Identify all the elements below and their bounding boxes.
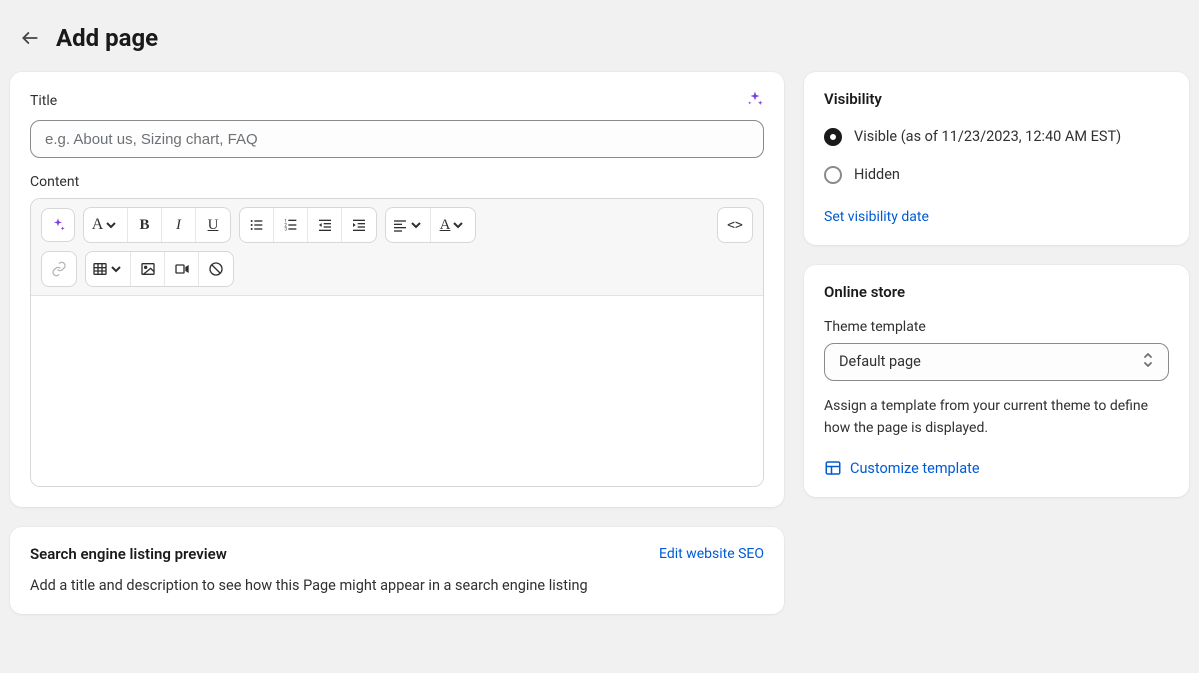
online-store-title: Online store <box>824 283 1169 301</box>
format-letter-icon: A <box>92 216 104 234</box>
align-left-icon <box>392 217 408 233</box>
bullet-list-icon <box>249 217 265 233</box>
visibility-card: Visibility Visible (as of 11/23/2023, 12… <box>804 72 1189 245</box>
bullet-list-button[interactable] <box>240 208 274 242</box>
italic-button[interactable]: I <box>162 208 196 242</box>
title-input[interactable] <box>30 120 764 158</box>
svg-text:3: 3 <box>284 226 287 232</box>
image-icon <box>140 261 156 277</box>
video-icon <box>174 261 190 277</box>
bold-icon: B <box>139 217 149 234</box>
seo-title: Search engine listing preview <box>30 545 227 563</box>
video-button[interactable] <box>165 252 199 286</box>
table-icon <box>92 261 108 277</box>
indent-button[interactable] <box>342 208 376 242</box>
back-button[interactable] <box>16 24 44 52</box>
underline-button[interactable]: U <box>196 208 230 242</box>
content-label-text: Content <box>30 174 79 190</box>
text-color-icon: A <box>440 217 451 234</box>
clear-icon <box>208 261 224 277</box>
align-dropdown[interactable] <box>386 208 431 242</box>
table-dropdown[interactable] <box>86 252 131 286</box>
code-icon: <> <box>727 218 743 233</box>
link-button <box>42 252 76 286</box>
visibility-option-visible[interactable]: Visible (as of 11/23/2023, 12:40 AM EST) <box>824 126 1169 148</box>
sparkle-icon <box>746 90 764 108</box>
radio-unselected-icon <box>824 166 842 184</box>
theme-template-select[interactable]: Default page <box>824 343 1169 381</box>
editor-toolbar: A B I U 123 <box>31 199 763 296</box>
editor-textarea[interactable] <box>31 296 763 486</box>
visibility-option-hidden[interactable]: Hidden <box>824 164 1169 186</box>
visibility-hidden-label: Hidden <box>854 164 900 186</box>
page-header: Add page <box>0 0 1199 72</box>
italic-icon: I <box>176 217 181 234</box>
text-color-dropdown[interactable]: A <box>431 208 475 242</box>
theme-template-label: Theme template <box>824 319 1169 335</box>
chevron-down-icon <box>108 261 124 277</box>
seo-card: Search engine listing preview Edit websi… <box>10 527 784 614</box>
rich-text-editor: A B I U 123 <box>30 198 764 487</box>
underline-icon: U <box>208 217 219 234</box>
image-button[interactable] <box>131 252 165 286</box>
chevron-down-icon <box>450 217 466 233</box>
html-view-button[interactable]: <> <box>718 208 752 242</box>
number-list-icon: 123 <box>283 217 299 233</box>
online-store-card: Online store Theme template Default page… <box>804 265 1189 498</box>
content-card: Title Content <box>10 72 784 507</box>
outdent-button[interactable] <box>308 208 342 242</box>
visibility-title: Visibility <box>824 90 1169 108</box>
chevron-down-icon <box>103 217 119 233</box>
arrow-left-icon <box>20 28 40 48</box>
edit-seo-link[interactable]: Edit website SEO <box>659 546 764 562</box>
bold-button[interactable]: B <box>128 208 162 242</box>
select-chevrons-icon <box>1142 352 1154 372</box>
page-title: Add page <box>56 24 158 52</box>
content-field-label: Content <box>30 174 764 190</box>
theme-template-value: Default page <box>839 353 921 370</box>
seo-description: Add a title and description to see how t… <box>30 577 764 594</box>
outdent-icon <box>317 217 333 233</box>
title-field-label: Title <box>30 90 764 112</box>
theme-description: Assign a template from your current them… <box>824 395 1169 440</box>
editor-ai-button[interactable] <box>41 208 75 242</box>
number-list-button[interactable]: 123 <box>274 208 308 242</box>
customize-template-link[interactable]: Customize template <box>824 459 1169 477</box>
template-icon <box>824 459 842 477</box>
customize-template-label: Customize template <box>850 460 980 477</box>
radio-selected-icon <box>824 128 842 146</box>
indent-icon <box>351 217 367 233</box>
title-ai-button[interactable] <box>746 90 764 112</box>
set-visibility-date-link[interactable]: Set visibility date <box>824 209 929 225</box>
clear-formatting-button[interactable] <box>199 252 233 286</box>
format-dropdown[interactable]: A <box>84 208 128 242</box>
title-label-text: Title <box>30 93 57 109</box>
link-icon <box>51 261 67 277</box>
chevron-down-icon <box>408 217 424 233</box>
visibility-visible-label: Visible (as of 11/23/2023, 12:40 AM EST) <box>854 126 1121 148</box>
sparkle-icon <box>50 217 66 233</box>
